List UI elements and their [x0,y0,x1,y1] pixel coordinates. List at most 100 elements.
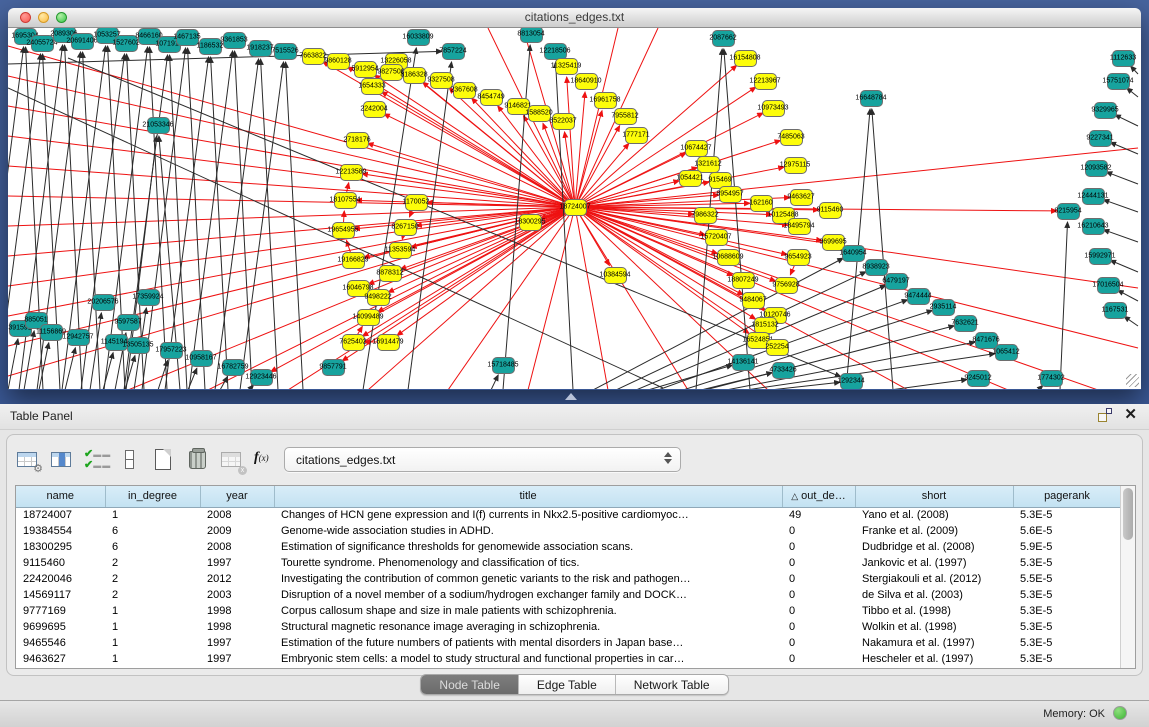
graph-node[interactable]: 20206576 [92,294,115,311]
table-row[interactable]: 1938455462009Genome-wide association stu… [16,523,1121,539]
graph-node[interactable]: 16648784 [860,90,883,107]
table-cell[interactable]: 9777169 [16,603,105,619]
column-visibility-icon[interactable] [49,447,75,473]
table-cell[interactable]: 0 [782,571,855,587]
graph-node[interactable]: 13505135 [127,337,150,354]
graph-node[interactable]: 16210643 [1082,218,1105,235]
graph-node[interactable]: 8954957 [719,186,742,203]
table-cell[interactable]: 1 [105,651,200,667]
graph-node[interactable]: 9597587 [117,314,140,331]
graph-node[interactable]: 162160 [750,195,773,212]
table-cell[interactable]: 9115460 [16,555,105,571]
table-cell[interactable]: Jankovic et al. (1997) [855,555,1013,571]
graph-node[interactable]: 8215954 [1057,203,1080,220]
graph-node[interactable]: 16961758 [594,92,617,109]
graph-node[interactable]: 252254 [766,339,789,356]
graph-node[interactable]: 1918237 [249,40,272,57]
table-row[interactable]: 977716911998Corpus callosum shape and si… [16,603,1121,619]
table-cell[interactable]: 18300295 [16,539,105,555]
graph-node[interactable]: 2935114 [932,299,955,316]
graph-node[interactable]: 8522037 [552,113,575,130]
table-cell[interactable]: 1 [105,507,200,523]
graph-node[interactable]: 1167531 [1104,302,1127,319]
graph-node[interactable]: 19166829 [342,252,365,269]
graph-node[interactable]: 18300295 [519,214,542,231]
graph-node[interactable]: 7515526 [274,43,297,60]
table-cell[interactable]: Disruption of a novel member of a sodium… [274,587,782,603]
graph-node[interactable]: 7632621 [954,315,977,332]
graph-node[interactable]: 16154808 [734,50,757,67]
graph-node[interactable]: 9860128 [327,53,350,70]
table-cell[interactable]: 1 [105,603,200,619]
graph-node[interactable]: 8186328 [403,67,426,84]
table-cell[interactable]: Nakamura et al. (1997) [855,635,1013,651]
graph-node[interactable]: 1292344 [840,373,863,390]
table-cell[interactable]: Changes of HCN gene expression and I(f) … [274,507,782,523]
graph-node[interactable]: 7857224 [442,43,465,60]
graph-node[interactable]: 1467135 [176,29,199,46]
table-cell[interactable]: Franke et al. (2009) [855,523,1013,539]
graph-node[interactable]: 8454749 [480,89,503,106]
graph-node[interactable]: 15718485 [492,357,515,374]
graph-node[interactable]: 11353594 [389,242,412,259]
split-pane-divider[interactable] [0,390,1149,404]
function-builder-icon[interactable]: f(x) [253,447,279,473]
table-cell[interactable]: 1997 [200,555,274,571]
table-cell[interactable]: 0 [782,603,855,619]
graph-node[interactable]: 9484067 [742,292,765,309]
graph-node[interactable]: 9361853 [223,32,246,49]
table-cell[interactable]: 5.6E-5 [1013,523,1121,539]
graph-node[interactable]: 1815132 [754,317,777,334]
new-table-icon[interactable] [151,447,177,473]
graph-node[interactable]: 8471676 [975,332,998,349]
table-cell[interactable]: 5.3E-5 [1013,635,1121,651]
graph-node[interactable]: 9463627 [790,189,813,206]
table-cell[interactable]: 5.3E-5 [1013,507,1121,523]
column-header-year[interactable]: year [200,486,274,507]
table-cell[interactable]: 1997 [200,651,274,667]
table-cell[interactable]: 5.3E-5 [1013,619,1121,635]
close-panel-icon[interactable]: ✕ [1124,408,1137,422]
window-resize-grip[interactable] [1126,374,1139,387]
table-cell[interactable]: 2 [105,571,200,587]
graph-node[interactable]: 9474444 [907,288,930,305]
graph-node[interactable]: 7625402 [342,334,365,351]
table-cell[interactable]: 1998 [200,619,274,635]
graph-node[interactable]: 12923446 [250,369,273,386]
table-cell[interactable]: 0 [782,539,855,555]
table-cell[interactable]: 2009 [200,523,274,539]
delete-table-icon[interactable] [185,447,211,473]
table-cell[interactable]: Investigating the contribution of common… [274,571,782,587]
table-cell[interactable]: Structural magnetic resonance image aver… [274,619,782,635]
graph-node[interactable]: 1777171 [625,127,648,144]
table-cell[interactable]: 5.3E-5 [1013,555,1121,571]
table-cell[interactable]: Wolkin et al. (1998) [855,619,1013,635]
graph-node[interactable]: 9654923 [787,249,810,266]
table-row[interactable]: 2242004622012Investigating the contribut… [16,571,1121,587]
table-cell[interactable]: 0 [782,555,855,571]
table-row[interactable]: 946362711997Embryonic stem cells: a mode… [16,651,1121,667]
column-header-out_de[interactable]: △out_de… [782,486,855,507]
graph-node[interactable]: 9245012 [967,370,990,387]
graph-node[interactable]: 21053346 [147,117,170,134]
table-cell[interactable]: 1998 [200,603,274,619]
graph-node[interactable]: 14136141 [732,354,755,371]
graph-node[interactable]: 10958167 [190,350,213,367]
table-cell[interactable]: 1 [105,635,200,651]
table-cell[interactable]: de Silva et al. (2003) [855,587,1013,603]
graph-node[interactable]: 8878312 [379,265,402,282]
column-header-short[interactable]: short [855,486,1013,507]
graph-node[interactable]: 12213589 [340,164,363,181]
table-cell[interactable]: 5.3E-5 [1013,587,1121,603]
table-cell[interactable]: 9699695 [16,619,105,635]
graph-node[interactable]: 12213967 [754,73,777,90]
graph-node[interactable]: 1654333 [361,78,384,95]
minimize-window-button[interactable] [38,12,49,23]
table-cell[interactable]: 22420046 [16,571,105,587]
table-selector-combobox[interactable]: citations_edges.txt [284,447,681,472]
float-panel-icon[interactable] [1098,408,1112,422]
table-cell[interactable]: Estimation of significance thresholds fo… [274,539,782,555]
table-cell[interactable]: Yano et al. (2008) [855,507,1013,523]
column-header-in_degree[interactable]: in_degree [105,486,200,507]
graph-node[interactable]: 7986322 [694,207,717,224]
